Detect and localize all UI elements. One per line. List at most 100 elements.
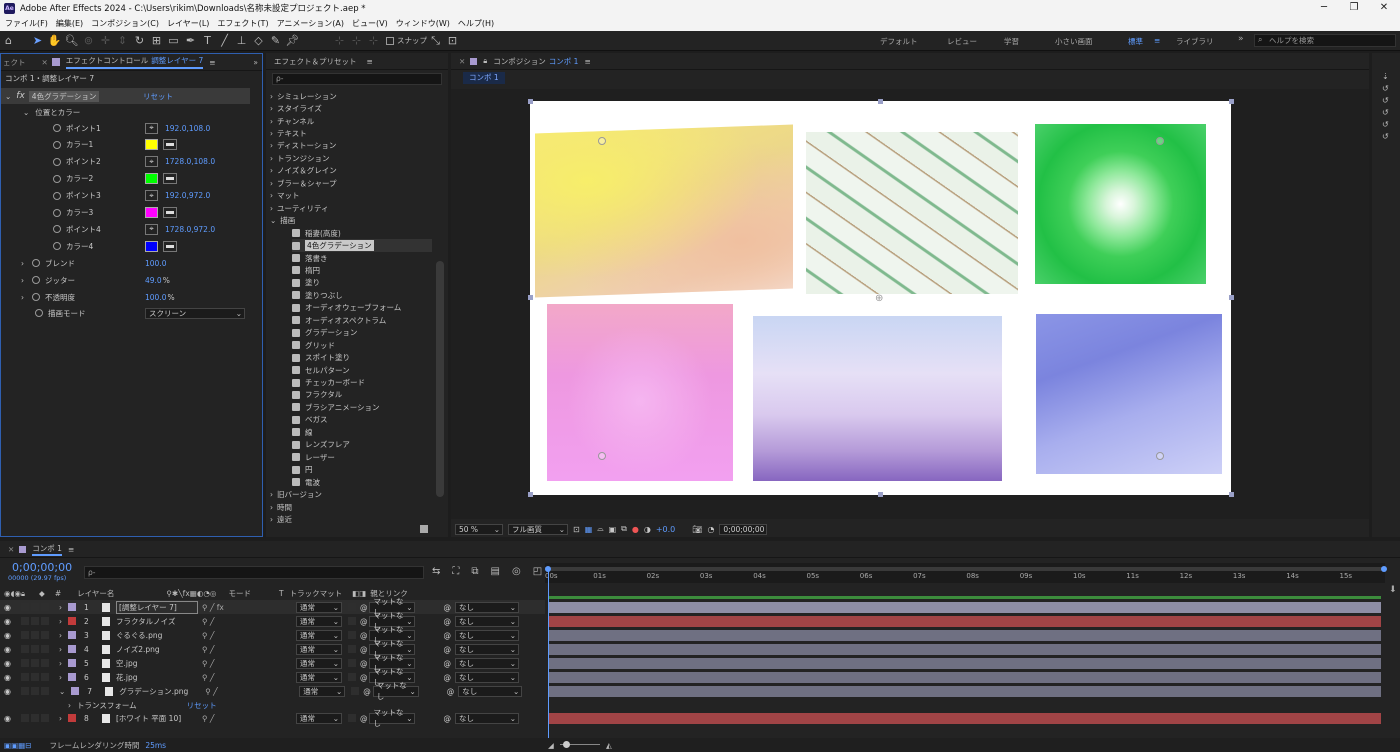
menu-item-7[interactable]: ウィンドウ(W) — [396, 18, 450, 29]
stopwatch-icon[interactable] — [53, 191, 61, 200]
menu-item-1[interactable]: 編集(E) — [56, 18, 83, 29]
parent-pickwhip-icon[interactable]: @ — [443, 714, 451, 723]
expand-chevron-icon[interactable]: › — [59, 617, 62, 626]
solo-toggle[interactable] — [30, 617, 39, 625]
header-layer-name[interactable]: レイヤー名 — [77, 588, 114, 599]
panel-menu-icon[interactable]: ≡ — [68, 545, 74, 554]
layer-bounding-handle[interactable] — [1229, 295, 1234, 300]
audio-toggle[interactable] — [20, 603, 29, 611]
stopwatch-icon[interactable] — [35, 309, 43, 317]
workspace-0[interactable]: デフォルト — [880, 36, 918, 47]
effect-item[interactable]: 塗りつぶし — [292, 289, 343, 301]
stopwatch-icon[interactable] — [53, 140, 61, 149]
expand-chevron-icon[interactable]: ⌄ — [23, 108, 29, 117]
layer-name[interactable]: ノイズ2.png — [116, 644, 198, 655]
panel-overflow-icon[interactable]: » — [253, 58, 258, 67]
parent-dropdown[interactable]: なし ⌄ — [458, 685, 523, 697]
track-matte-dropdown[interactable]: マットなし ⌄ — [372, 681, 419, 701]
menu-item-2[interactable]: コンポジション(C) — [91, 18, 159, 29]
effect-item[interactable]: 稲妻(高度) — [292, 227, 341, 239]
fx-icon[interactable]: fx — [16, 91, 25, 101]
world-axis-icon[interactable]: ⊹ — [348, 32, 365, 49]
blend-value[interactable]: 100.0 — [145, 259, 166, 268]
solo-toggle[interactable] — [30, 645, 39, 653]
more-workspaces-icon[interactable]: » — [1238, 34, 1244, 44]
pan-camera-icon[interactable]: ✛ — [97, 32, 114, 49]
workspace-1[interactable]: レビュー — [947, 36, 977, 47]
param-color-7[interactable]: カラー4 — [53, 238, 253, 254]
image-green-swirl[interactable] — [1035, 124, 1206, 284]
mode-dropdown[interactable]: 通常 ⌄ — [295, 712, 342, 724]
visibility-eye-icon[interactable]: ◉ — [4, 603, 11, 612]
show-snapshot-icon[interactable]: ◔ — [707, 525, 714, 534]
effect-category[interactable]: › ディストーション — [270, 140, 336, 152]
transform-reset-link[interactable]: リセット — [187, 700, 217, 711]
mode-dropdown[interactable]: 通常 ⌄ — [295, 629, 342, 641]
expand-chevron-icon[interactable]: › — [68, 701, 71, 710]
effect-item[interactable]: 落書き — [292, 252, 328, 264]
table-row[interactable]: ◉ › 4 ノイズ2.png ⚲ ╱ 通常 ⌄ @ マットなし ⌄ @ なし ⌄ — [0, 639, 545, 659]
lock-toggle[interactable] — [40, 659, 49, 667]
visibility-eye-icon[interactable]: ◉ — [4, 714, 11, 723]
av-features-icon[interactable]: ◉◖◉🔒︎ — [4, 589, 25, 599]
mode-dropdown[interactable]: 通常 ⌄ — [295, 643, 342, 655]
zoom-in-icon[interactable]: ◭ — [606, 741, 612, 750]
crosshair-icon[interactable]: ⌖ — [145, 223, 158, 235]
expand-chevron-icon[interactable]: › — [270, 179, 273, 188]
mask-visibility-icon[interactable]: ⌓ — [597, 524, 603, 534]
project-tab[interactable]: ェクト — [3, 57, 26, 68]
param-blend[interactable]: › ブレンド 100.0 — [21, 255, 261, 271]
parent-pickwhip-icon[interactable]: @ — [443, 617, 451, 626]
stopwatch-icon[interactable] — [32, 259, 40, 267]
param-point-4[interactable]: ポイント3 ⌖ 192.0,972.0 — [53, 188, 253, 204]
stopwatch-icon[interactable] — [32, 293, 40, 301]
anchor-point-icon[interactable]: ⊕ — [875, 293, 883, 304]
dolly-camera-icon[interactable]: ⇕ — [114, 32, 131, 49]
effects-search-input[interactable]: ρ- — [272, 73, 442, 85]
effect-item[interactable]: グラデーション — [292, 327, 357, 339]
visibility-eye-icon[interactable]: ◉ — [4, 673, 11, 682]
navigator-end-handle[interactable] — [1381, 566, 1387, 572]
expand-chevron-icon[interactable]: › — [59, 673, 62, 682]
expand-chevron-icon[interactable]: › — [270, 141, 273, 150]
layer-bounding-handle[interactable] — [528, 492, 533, 497]
close-button[interactable]: ✕ — [1370, 0, 1398, 16]
eyedropper-icon[interactable] — [163, 173, 177, 185]
solo-toggle[interactable] — [30, 673, 39, 681]
effect-item[interactable]: オーディオウェーブフォーム — [292, 302, 401, 314]
expand-chevron-icon[interactable]: › — [270, 154, 273, 163]
visibility-eye-icon[interactable]: ◉ — [4, 659, 11, 668]
expand-chevron-icon[interactable]: ⌄ — [59, 687, 65, 696]
layer-name[interactable]: グラデーション.png — [119, 686, 201, 697]
lock-toggle[interactable] — [40, 673, 49, 681]
expand-chevron-icon[interactable]: › — [270, 191, 273, 200]
point-value[interactable]: 192.0,108.0 — [165, 124, 210, 133]
expand-chevron-icon[interactable]: › — [59, 659, 62, 668]
preserve-transparency-toggle[interactable] — [347, 659, 356, 667]
maximize-button[interactable]: ❐ — [1340, 0, 1368, 16]
effect-item[interactable]: グリッド — [292, 339, 335, 351]
effect-point-handle[interactable] — [598, 452, 606, 460]
effect-item[interactable]: 電波 — [292, 476, 320, 488]
zoom-dropdown[interactable]: 50 % ⌄ — [455, 523, 503, 535]
effect-point-handle[interactable] — [1156, 452, 1164, 460]
parent-dropdown[interactable]: なし ⌄ — [454, 657, 519, 669]
layer-switches[interactable]: ⚲ ╱ — [202, 631, 292, 640]
eyedropper-icon[interactable] — [163, 139, 177, 151]
expand-chevron-icon[interactable]: › — [21, 259, 24, 268]
effect-item[interactable]: 楕円 — [292, 264, 320, 276]
layer-name[interactable]: 花.jpg — [116, 672, 198, 683]
layer-duration-bar[interactable] — [549, 672, 1381, 683]
rectangle-tool-icon[interactable]: ▭ — [165, 32, 182, 49]
solo-toggle[interactable] — [30, 714, 39, 722]
solo-toggle[interactable] — [30, 687, 39, 695]
mode-dropdown[interactable]: 通常 ⌄ — [299, 685, 346, 697]
effect-category[interactable]: › スタイライズ — [270, 102, 322, 114]
snapping-checkbox[interactable] — [386, 36, 394, 45]
param-opacity[interactable]: › 不透明度 100.0% — [21, 289, 261, 305]
work-area-bar[interactable] — [549, 596, 1381, 599]
menu-item-4[interactable]: エフェクト(T) — [217, 18, 268, 29]
layer-label-color[interactable] — [67, 659, 76, 667]
matte-link-icon[interactable]: @ — [360, 645, 368, 654]
3d-view-icon[interactable]: ⧉ — [621, 524, 627, 534]
